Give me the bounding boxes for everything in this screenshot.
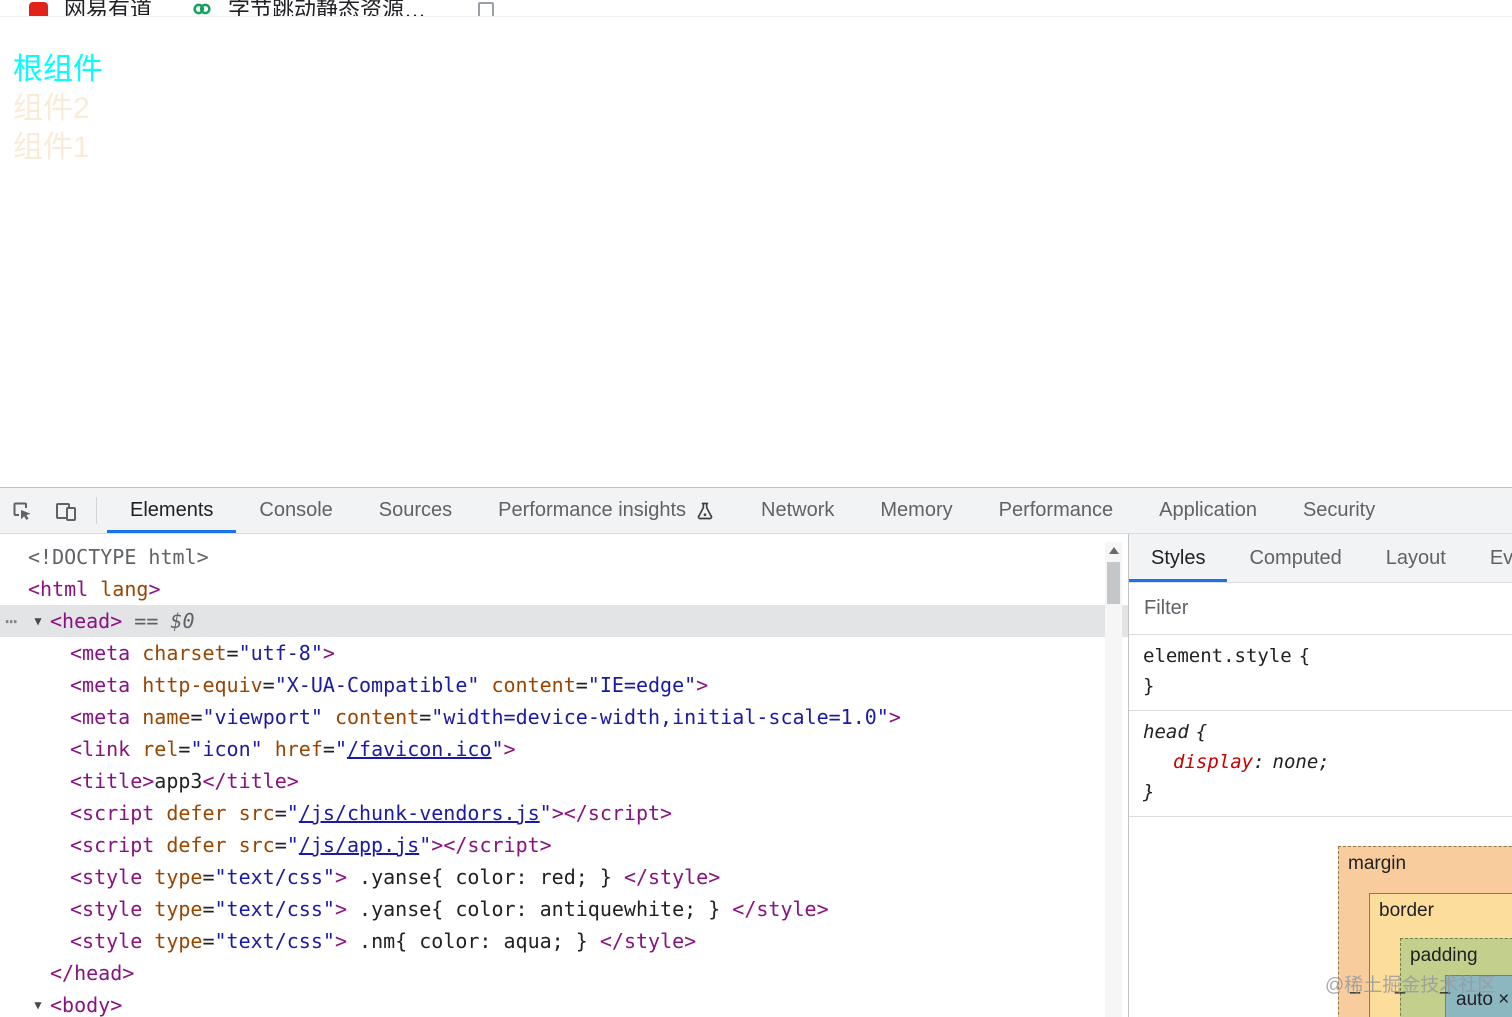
rule-close-line: } [1129,777,1512,807]
inspect-element-button[interactable] [0,488,44,533]
css-selector[interactable]: element.style [1143,645,1292,667]
element-style-rule: element.style { } [1129,635,1512,711]
tab-memory[interactable]: Memory [857,488,975,533]
inspect-cursor-icon [13,502,31,520]
devtools-panel: Elements Console Sources Performance insigh… [0,487,1512,1017]
padding-label: padding [1410,945,1478,966]
tree-row[interactable]: ▼ <body> [0,989,1128,1017]
toolbar-divider [96,497,97,524]
expand-arrow-icon[interactable]: ▼ [28,989,48,1017]
page-text-line: 组件2 [13,92,90,125]
device-toolbar-button[interactable] [44,488,88,533]
tab-label: Security [1302,499,1376,521]
tree-row[interactable]: <html lang> [0,573,1128,605]
tab-application[interactable]: Application [1136,488,1280,533]
open-brace: { [1298,645,1311,667]
border-label: border [1379,900,1434,921]
open-brace: { [1195,721,1208,743]
tab-security[interactable]: Security [1280,488,1398,533]
tab-label: Event Listeners [1489,546,1512,569]
tab-label: Computed [1249,546,1342,569]
page-text-line: 组件1 [13,131,90,164]
css-value[interactable]: none; [1273,751,1330,773]
tab-label: Elements [130,499,214,521]
tab-console[interactable]: Console [236,488,355,533]
devtools-tab-bar: Elements Console Sources Performance insigh… [107,488,1398,533]
css-declaration[interactable]: display: none; [1129,747,1512,777]
devtools-toolbar: Elements Console Sources Performance insigh… [0,488,1512,534]
margin-label: margin [1348,853,1407,874]
tab-label: Network [761,499,835,521]
resource-link[interactable]: /favicon.ico [347,737,492,761]
elements-tree: <!DOCTYPE html> <html lang> ⋯ ▼ <head> == $0… [0,541,1128,1017]
sidebar-tab-layout[interactable]: Layout [1364,534,1468,582]
tree-row[interactable]: <title>app3</title> [0,765,1128,797]
scrollbar-thumb[interactable] [1107,562,1120,604]
tab-label: Performance insights [498,499,687,521]
tab-label: Sources [378,499,453,521]
sidebar-tab-event-listeners[interactable]: Event Listeners [1468,534,1512,582]
tree-row[interactable]: <meta http-equiv="X-UA-Compatible" conte… [0,669,1128,701]
elements-panel: <!DOCTYPE html> <html lang> ⋯ ▼ <head> == $0… [0,534,1128,1017]
rule-selector-line[interactable]: head { [1129,717,1512,747]
styles-filter-bar: Filter [1129,583,1512,635]
browser-tab-strip: 网易有道 字节跳动静态资源… [0,0,1512,17]
tab-strip-box-icon [478,2,494,16]
tab-label: Console [259,499,333,521]
tree-row[interactable]: <script defer src="/js/chunk-vendors.js"… [0,797,1128,829]
tree-row[interactable]: <meta name="viewport" content="width=dev… [0,701,1128,733]
tab-label: Styles [1151,546,1206,569]
tab-label: Memory [880,499,953,521]
sidebar-tab-bar: Styles Computed Layout Event Listeners [1129,534,1512,583]
tab-network[interactable]: Network [738,488,857,533]
juejin-watermark: @稀土掘金技术社区 [1325,975,1497,996]
tree-row[interactable]: <style type="text/css"> .yanse{ color: a… [0,893,1128,925]
netease-youdao-favicon [29,2,48,16]
tab-label: Performance [998,499,1114,521]
tree-row[interactable]: <link rel="icon" href="/favicon.ico"> [0,733,1128,765]
device-toolbar-icon [56,502,76,521]
tab-sources[interactable]: Sources [356,488,475,533]
tab-performance-insights[interactable]: Performance insights [475,488,738,533]
tree-row[interactable]: <!DOCTYPE html> [0,541,1128,573]
tree-row[interactable]: <meta charset="utf-8"> [0,637,1128,669]
tab-label: Layout [1385,546,1446,569]
beaker-icon [695,501,715,521]
tree-row[interactable]: <script defer src="/js/app.js"></script> [0,829,1128,861]
styles-sidebar: Styles Computed Layout Event Listeners Filt… [1128,534,1512,1017]
browser-tab-title[interactable]: 字节跳动静态资源… [228,0,426,16]
tree-row[interactable]: <style type="text/css"> .yanse{ color: r… [0,861,1128,893]
scroll-up-icon[interactable] [1105,542,1122,558]
expand-arrow-icon[interactable]: ▼ [28,605,48,637]
tab-performance[interactable]: Performance [976,488,1137,533]
sidebar-tab-styles[interactable]: Styles [1129,534,1227,582]
elements-scrollbar[interactable] [1105,542,1122,1017]
overflow-dots-icon[interactable]: ⋯ [5,605,17,637]
close-brace: } [1143,781,1155,803]
browser-tab-title[interactable]: 网易有道 [64,0,152,16]
tree-row[interactable]: </head> [0,957,1128,989]
tree-row[interactable]: <style type="text/css"> .nm{ color: aqua… [0,925,1128,957]
tree-row[interactable]: ⋯ ▼ <head> == $0 [0,605,1128,637]
bytedance-favicon [192,0,212,16]
resource-link[interactable]: /js/chunk-vendors.js [299,801,540,825]
tab-elements[interactable]: Elements [107,488,236,533]
page-text-line: 根组件 [13,53,103,86]
rule-selector-line[interactable]: element.style { [1129,641,1512,671]
css-selector[interactable]: head [1143,721,1189,743]
head-rule: head { display: none; } [1129,711,1512,817]
styles-filter-input[interactable]: Filter [1144,597,1188,620]
page-text-block: 根组件组件2 组件1 [13,50,103,167]
rule-close-line: } [1129,671,1512,701]
tab-label: Application [1159,499,1257,521]
css-property[interactable]: display [1173,751,1253,773]
close-brace: } [1143,675,1155,697]
sidebar-tab-computed[interactable]: Computed [1227,534,1363,582]
resource-link[interactable]: /js/app.js [299,833,419,857]
colon: : [1253,751,1265,773]
rendered-page: 根组件组件2 组件1 [0,16,1512,487]
